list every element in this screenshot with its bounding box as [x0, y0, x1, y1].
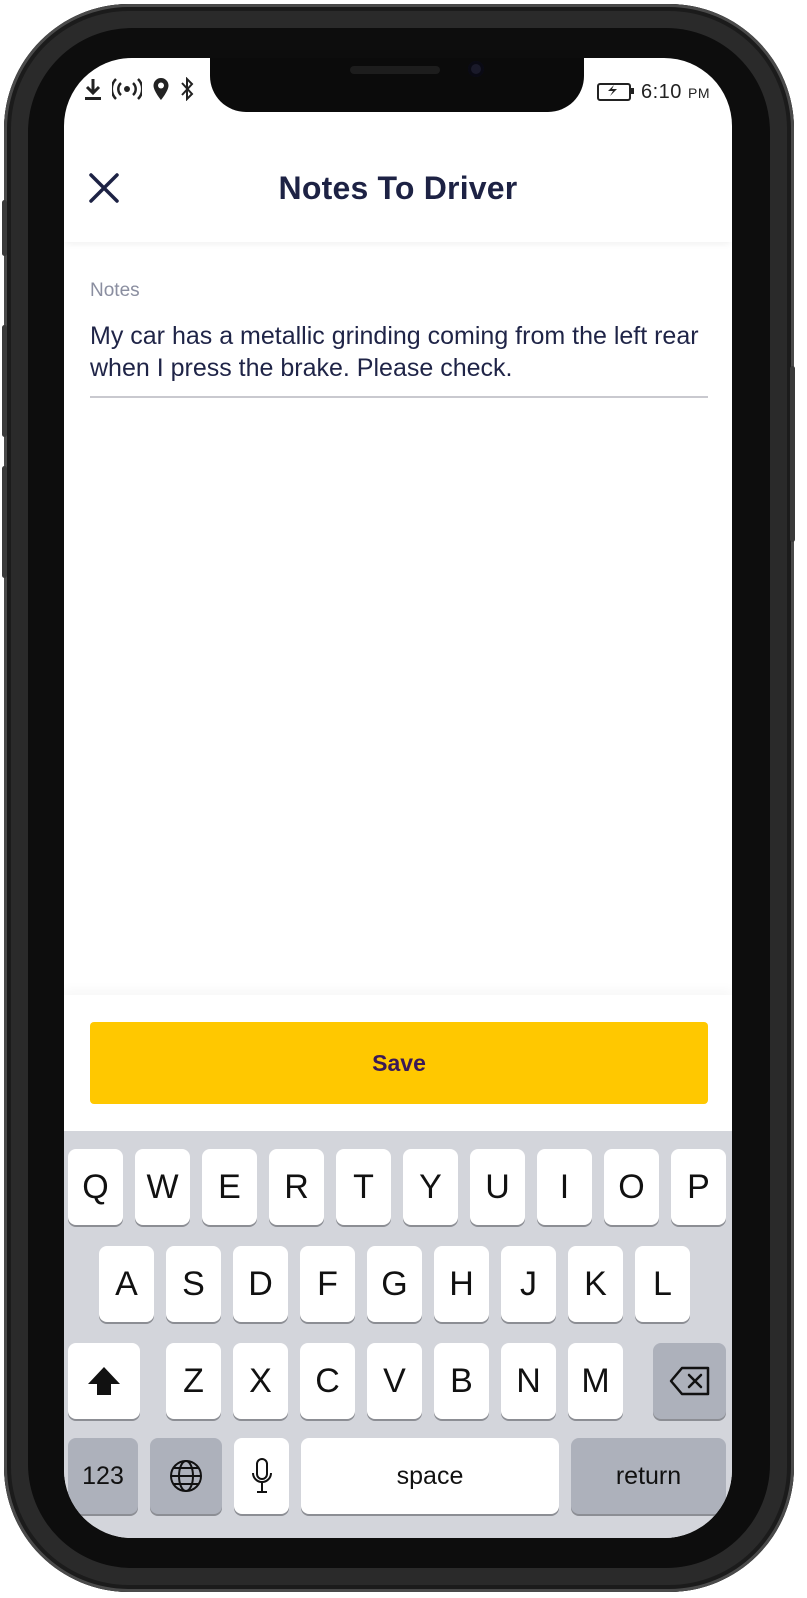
key-m[interactable]: M — [568, 1343, 623, 1419]
screen: 6:10 PM Notes To Driver Notes My car has… — [64, 58, 732, 1538]
key-y[interactable]: Y — [403, 1149, 458, 1225]
save-button[interactable]: Save — [90, 1022, 708, 1104]
key-s[interactable]: S — [166, 1246, 221, 1322]
bluetooth-icon — [180, 76, 194, 106]
key-r[interactable]: R — [269, 1149, 324, 1225]
shift-icon — [88, 1367, 120, 1395]
globe-key[interactable] — [150, 1438, 222, 1514]
key-z[interactable]: Z — [166, 1343, 221, 1419]
key-h[interactable]: H — [434, 1246, 489, 1322]
key-n[interactable]: N — [501, 1343, 556, 1419]
hotspot-icon — [110, 77, 144, 105]
notes-label: Notes — [90, 280, 140, 301]
volume-down-button — [2, 466, 7, 578]
key-t[interactable]: T — [336, 1149, 391, 1225]
status-clock: 6:10 — [641, 80, 682, 103]
key-x[interactable]: X — [233, 1343, 288, 1419]
location-icon — [152, 77, 170, 106]
key-j[interactable]: J — [501, 1246, 556, 1322]
shift-key[interactable] — [68, 1343, 140, 1419]
status-time: 6:10 PM — [641, 81, 710, 104]
keyboard: Q W E R T Y U I O P A S D F G H J K L Z … — [64, 1131, 732, 1538]
key-p[interactable]: P — [671, 1149, 726, 1225]
battery-charging-icon — [597, 83, 634, 101]
key-o[interactable]: O — [604, 1149, 659, 1225]
key-c[interactable]: C — [300, 1343, 355, 1419]
front-camera — [468, 61, 484, 77]
microphone-icon — [251, 1458, 272, 1493]
key-b[interactable]: B — [434, 1343, 489, 1419]
numbers-key[interactable]: 123 — [68, 1438, 138, 1514]
key-g[interactable]: G — [367, 1246, 422, 1322]
globe-icon — [170, 1460, 202, 1492]
notch — [210, 58, 584, 112]
backspace-icon — [669, 1366, 709, 1396]
key-e[interactable]: E — [202, 1149, 257, 1225]
status-bar-left — [84, 76, 194, 106]
status-ampm: PM — [688, 84, 710, 101]
key-u[interactable]: U — [470, 1149, 525, 1225]
key-l[interactable]: L — [635, 1246, 690, 1322]
save-bar: Save — [64, 995, 732, 1131]
key-w[interactable]: W — [135, 1149, 190, 1225]
space-key[interactable]: space — [301, 1438, 559, 1514]
key-a[interactable]: A — [99, 1246, 154, 1322]
key-q[interactable]: Q — [68, 1149, 123, 1225]
notes-input[interactable]: My car has a metallic grinding coming fr… — [90, 320, 700, 384]
key-i[interactable]: I — [537, 1149, 592, 1225]
key-f[interactable]: F — [300, 1246, 355, 1322]
key-k[interactable]: K — [568, 1246, 623, 1322]
status-bar-right: 6:10 PM — [597, 78, 710, 106]
backspace-key[interactable] — [653, 1343, 726, 1419]
key-v[interactable]: V — [367, 1343, 422, 1419]
app-header: Notes To Driver — [64, 148, 732, 242]
return-key[interactable]: return — [571, 1438, 726, 1514]
key-d[interactable]: D — [233, 1246, 288, 1322]
microphone-key[interactable] — [234, 1438, 289, 1514]
page-title: Notes To Driver — [278, 170, 518, 206]
mute-switch — [2, 200, 7, 256]
download-icon — [84, 77, 102, 106]
notes-underline — [90, 396, 708, 398]
power-button — [790, 366, 795, 542]
volume-up-button — [2, 325, 7, 437]
speaker-grille — [350, 66, 440, 74]
